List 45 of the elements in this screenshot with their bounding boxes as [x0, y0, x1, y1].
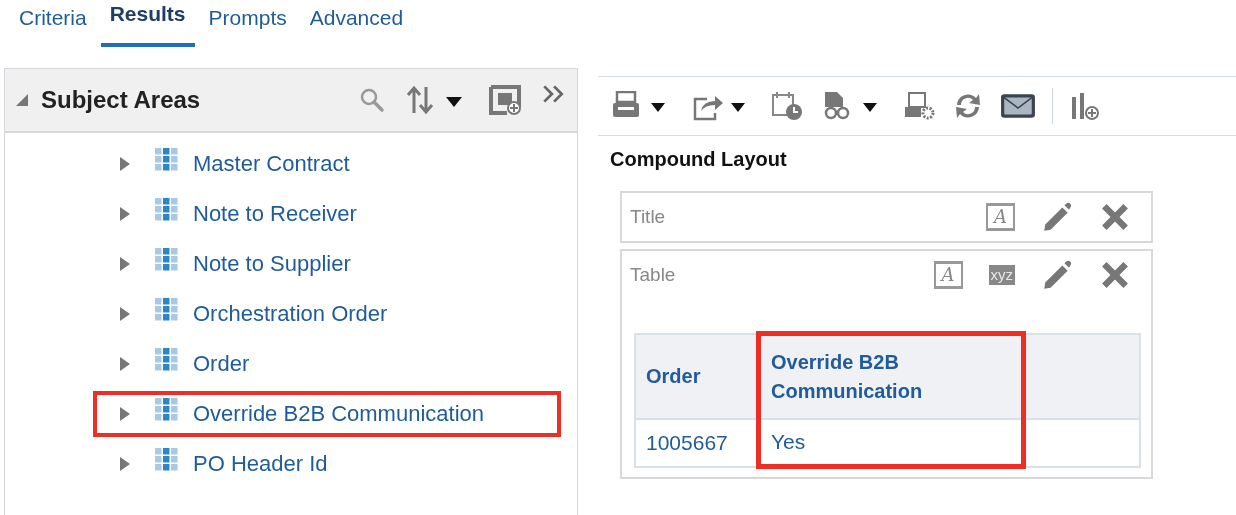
- tab[interactable]: Criteria: [10, 0, 96, 47]
- close-icon[interactable]: [1099, 259, 1131, 291]
- tree-item[interactable]: PO Header Id: [193, 451, 328, 477]
- edit-icon[interactable]: [1041, 259, 1073, 291]
- tab[interactable]: Results: [100, 0, 195, 47]
- column-header: Override B2B Communication: [758, 333, 1024, 419]
- add-chart-icon[interactable]: [1069, 91, 1101, 121]
- panel-title: Subject Areas: [41, 86, 201, 114]
- tree-item[interactable]: Order: [193, 351, 250, 377]
- tree-item[interactable]: Override B2B Communication: [193, 401, 484, 427]
- tree-item[interactable]: Master Contract: [193, 151, 350, 177]
- tree-item[interactable]: Note to Receiver: [193, 201, 357, 227]
- table-cell: 1005667: [635, 419, 759, 467]
- format-text-icon[interactable]: A: [933, 261, 963, 289]
- expand-icon[interactable]: [119, 256, 131, 272]
- grid-icon: [155, 198, 179, 222]
- layout-title: Compound Layout: [610, 148, 788, 171]
- expand-icon[interactable]: [119, 206, 131, 222]
- expand-icon[interactable]: [119, 456, 131, 472]
- expand-icon[interactable]: [119, 406, 131, 422]
- view-label: Table: [630, 264, 676, 286]
- close-icon[interactable]: [1099, 201, 1131, 233]
- grid-icon: [155, 348, 179, 372]
- collapse-icon[interactable]: [15, 93, 29, 107]
- schedule-icon[interactable]: [770, 91, 804, 121]
- tree-item[interactable]: Orchestration Order: [193, 301, 388, 327]
- expand-icon[interactable]: [119, 156, 131, 172]
- add-view-icon[interactable]: [487, 85, 523, 115]
- grid-icon: [155, 298, 179, 322]
- grid-icon: [155, 248, 179, 272]
- expand-icon[interactable]: [119, 306, 131, 322]
- view-label: Title: [630, 206, 666, 228]
- format-text-icon[interactable]: A: [986, 203, 1015, 231]
- tab[interactable]: Advanced: [300, 0, 413, 47]
- email-icon[interactable]: [1000, 91, 1036, 121]
- tree-item[interactable]: Note to Supplier: [193, 251, 351, 277]
- tab[interactable]: Prompts: [199, 0, 296, 47]
- table-cell: Yes: [758, 419, 1024, 467]
- settings-icon[interactable]: [902, 91, 936, 121]
- edit-icon[interactable]: [1041, 201, 1073, 233]
- grid-icon: [155, 148, 179, 172]
- column-header: Order: [635, 333, 759, 419]
- grid-icon: [155, 448, 179, 472]
- grid-icon: [155, 398, 179, 422]
- expand-icon[interactable]: [119, 356, 131, 372]
